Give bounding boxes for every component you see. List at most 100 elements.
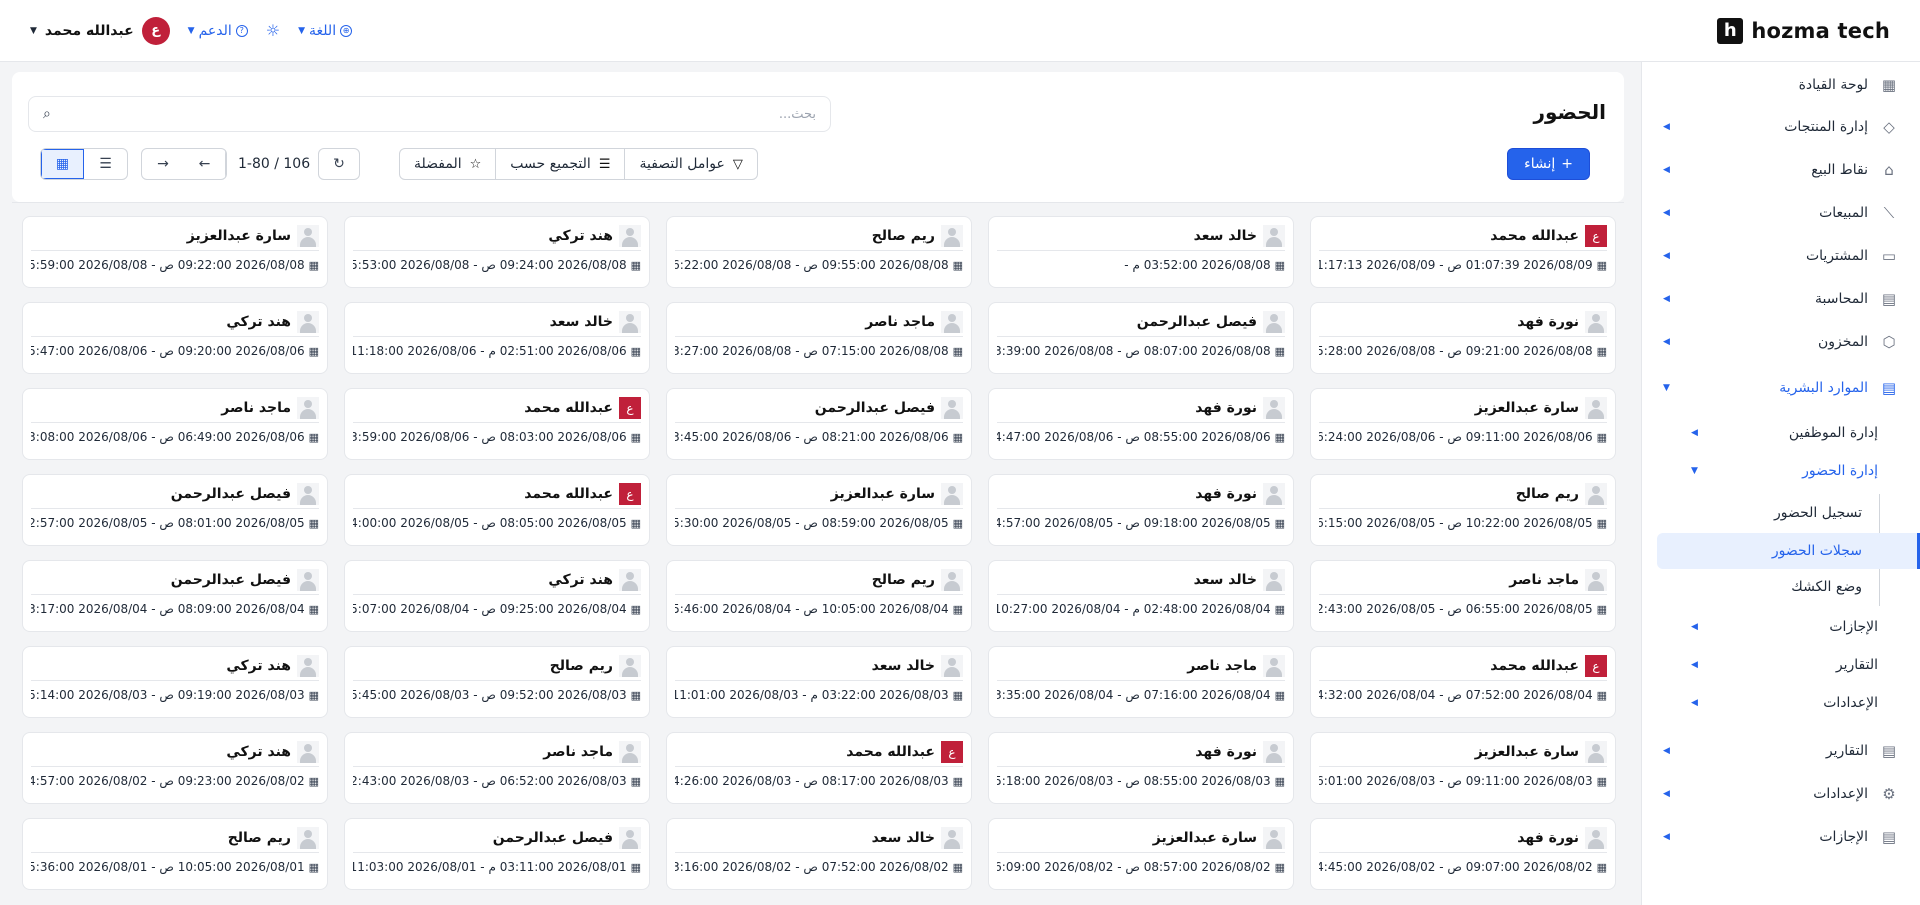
sidebar-item-attendance-records[interactable]: سجلات الحضور [1641, 534, 1920, 568]
attendance-time: ▦ 2026/08/08 09:24:00 ص - 2026/08/08 05:… [353, 251, 641, 272]
attendance-card[interactable]: هند تركي ▦ 2026/08/02 09:23:00 ص - 2026/… [22, 732, 328, 804]
attendance-card[interactable]: ماجد ناصر ▦ 2026/08/03 06:52:00 ص - 2026… [344, 732, 650, 804]
attendance-card[interactable]: ماجد ناصر ▦ 2026/08/08 07:15:00 ص - 2026… [666, 302, 972, 374]
create-button[interactable]: + إنشاء [1507, 148, 1590, 180]
sidebar-item-settings[interactable]: ⚙ الإعدادات ◀ [1641, 775, 1920, 813]
sidebar-item-hr-settings[interactable]: الإعدادات ◀ [1641, 686, 1920, 720]
attendance-card[interactable]: خالد سعد ▦ 2026/08/03 03:22:00 م - 2026/… [666, 646, 972, 718]
sidebar-item-pos[interactable]: ⌂ نقاط البيع ◀ [1641, 151, 1920, 189]
attendance-card[interactable]: نورة فهد ▦ 2026/08/03 08:55:00 ص - 2026/… [988, 732, 1294, 804]
attendance-card[interactable]: ريم صالح ▦ 2026/08/04 10:05:00 ص - 2026/… [666, 560, 972, 632]
attendance-card[interactable]: ع عبدالله محمد ▦ 2026/08/05 08:05:00 ص -… [344, 474, 650, 546]
user-placeholder-icon [619, 740, 641, 763]
attendance-card[interactable]: فيصل عبدالرحمن ▦ 2026/08/04 08:09:00 ص -… [22, 560, 328, 632]
attendance-card[interactable]: سارة عبدالعزيز ▦ 2026/08/08 09:22:00 ص -… [22, 216, 328, 288]
attendance-card[interactable]: هند تركي ▦ 2026/08/06 09:20:00 ص - 2026/… [22, 302, 328, 374]
attendance-card[interactable]: هند تركي ▦ 2026/08/03 09:19:00 ص - 2026/… [22, 646, 328, 718]
person-icon [297, 827, 319, 849]
attendance-card[interactable]: ريم صالح ▦ 2026/08/08 09:55:00 ص - 2026/… [666, 216, 972, 288]
sidebar-item-products[interactable]: ◇ إدارة المنتجات ◀ [1641, 108, 1920, 146]
attendance-card[interactable]: خالد سعد ▦ 2026/08/08 03:52:00 م - [988, 216, 1294, 288]
calendar-icon: ▦ [1274, 688, 1285, 702]
group-by-button[interactable]: ☰ التجميع حسب [495, 149, 624, 179]
attendance-card[interactable]: ريم صالح ▦ 2026/08/01 10:05:00 ص - 2026/… [22, 818, 328, 890]
attendance-card[interactable]: ع عبدالله محمد ▦ 2026/08/09 01:07:39 ص -… [1310, 216, 1616, 288]
sidebar-item-label: الإعدادات [1823, 695, 1878, 711]
attendance-card[interactable]: سارة عبدالعزيز ▦ 2026/08/06 09:11:00 ص -… [1310, 388, 1616, 460]
attendance-card[interactable]: فيصل عبدالرحمن ▦ 2026/08/08 08:07:00 ص -… [988, 302, 1294, 374]
sidebar-item-hr-leaves[interactable]: الإجازات ◀ [1641, 610, 1920, 644]
attendance-card[interactable]: سارة عبدالعزيز ▦ 2026/08/02 08:57:00 ص -… [988, 818, 1294, 890]
pager-range[interactable]: 1-80 / 106 [238, 156, 310, 172]
person-icon [1585, 827, 1607, 849]
sidebar-item-hr[interactable]: ▤ الموارد البشرية ▼ [1641, 369, 1920, 407]
next-page-button[interactable]: → [142, 149, 184, 179]
user-placeholder-icon [619, 310, 641, 333]
user-placeholder-icon [1263, 482, 1285, 505]
time-range: 2026/08/09 01:07:39 ص - 2026/08/09 01:17… [1319, 258, 1593, 272]
attendance-card[interactable]: خالد سعد ▦ 2026/08/04 02:48:00 م - 2026/… [988, 560, 1294, 632]
calendar-icon: ▦ [1274, 860, 1285, 874]
sidebar-item-inventory[interactable]: ⬡ المخزون ◀ [1641, 323, 1920, 361]
user-placeholder-icon [1585, 482, 1607, 505]
chevron-left-icon: ◀ [1663, 832, 1670, 842]
attendance-card[interactable]: ع عبدالله محمد ▦ 2026/08/03 08:17:00 ص -… [666, 732, 972, 804]
attendance-card[interactable]: نورة فهد ▦ 2026/08/05 09:18:00 ص - 2026/… [988, 474, 1294, 546]
attendance-card[interactable]: فيصل عبدالرحمن ▦ 2026/08/05 08:01:00 ص -… [22, 474, 328, 546]
sidebar-item-kiosk-mode[interactable]: وضع الكشك [1641, 570, 1920, 604]
attendance-card[interactable]: خالد سعد ▦ 2026/08/02 07:52:00 ص - 2026/… [666, 818, 972, 890]
sidebar-item-employees[interactable]: إدارة الموظفين ◀ [1641, 416, 1920, 450]
calendar-icon: ▦ [952, 688, 963, 702]
attendance-card[interactable]: ماجد ناصر ▦ 2026/08/05 06:55:00 ص - 2026… [1310, 560, 1616, 632]
attendance-card[interactable]: هند تركي ▦ 2026/08/08 09:24:00 ص - 2026/… [344, 216, 650, 288]
grid-view-button[interactable]: ▦ [41, 149, 84, 179]
person-icon [297, 655, 319, 677]
attendance-card[interactable]: سارة عبدالعزيز ▦ 2026/08/05 08:59:00 ص -… [666, 474, 972, 546]
favorites-button[interactable]: ☆ المفضلة [400, 149, 495, 179]
sidebar-item-leaves[interactable]: ▤ الإجازات ◀ [1641, 818, 1920, 856]
calendar-icon: ▦ [1596, 860, 1607, 874]
list-view-button[interactable]: ☰ [84, 149, 127, 179]
theme-toggle-icon[interactable]: ☼ [266, 21, 280, 40]
attendance-card[interactable]: نورة فهد ▦ 2026/08/02 09:07:00 ص - 2026/… [1310, 818, 1616, 890]
card-header: فيصل عبدالرحمن [31, 482, 319, 509]
employee-name: ريم صالح [227, 829, 291, 846]
person-icon [297, 311, 319, 333]
support-menu[interactable]: ▼ الدعم ? [188, 23, 248, 39]
sidebar-item-reports[interactable]: ▤ التقارير ◀ [1641, 732, 1920, 770]
card-header: ريم صالح [675, 568, 963, 595]
attendance-card[interactable]: ماجد ناصر ▦ 2026/08/06 06:49:00 ص - 2026… [22, 388, 328, 460]
sidebar-item-label: التقارير [1835, 657, 1878, 673]
attendance-card[interactable]: خالد سعد ▦ 2026/08/06 02:51:00 م - 2026/… [344, 302, 650, 374]
sidebar-item-sales[interactable]: ⟋ المبيعات ◀ [1641, 194, 1920, 232]
attendance-card[interactable]: هند تركي ▦ 2026/08/04 09:25:00 ص - 2026/… [344, 560, 650, 632]
attendance-card[interactable]: نورة فهد ▦ 2026/08/08 09:21:00 ص - 2026/… [1310, 302, 1616, 374]
sidebar-item-purchases[interactable]: ▭ المشتريات ◀ [1641, 237, 1920, 275]
previous-page-button[interactable]: ← [184, 149, 226, 179]
attendance-card[interactable]: فيصل عبدالرحمن ▦ 2026/08/06 08:21:00 ص -… [666, 388, 972, 460]
refresh-button[interactable]: ↻ [318, 148, 360, 180]
sidebar-item-attendance-management[interactable]: إدارة الحضور ▼ [1641, 454, 1920, 488]
search-input[interactable]: بحث... ⌕ [28, 96, 831, 132]
user-placeholder-icon [941, 482, 963, 505]
attendance-card[interactable]: ع عبدالله محمد ▦ 2026/08/06 08:03:00 ص -… [344, 388, 650, 460]
attendance-card[interactable]: ريم صالح ▦ 2026/08/03 09:52:00 ص - 2026/… [344, 646, 650, 718]
attendance-card[interactable]: ع عبدالله محمد ▦ 2026/08/04 07:52:00 ص -… [1310, 646, 1616, 718]
attendance-time: ▦ 2026/08/06 08:55:00 ص - 2026/08/06 04:… [997, 423, 1285, 444]
user-menu[interactable]: ▼ عبدالله محمد ع [30, 16, 170, 45]
language-menu[interactable]: ▼ اللغة ⊕ [298, 23, 353, 39]
sidebar-item-accounting[interactable]: ▤ المحاسبة ◀ [1641, 280, 1920, 318]
avatar: ع [619, 482, 641, 505]
attendance-card[interactable]: فيصل عبدالرحمن ▦ 2026/08/01 03:11:00 م -… [344, 818, 650, 890]
sidebar-item-check-in[interactable]: تسجيل الحضور [1641, 496, 1920, 530]
search-icon: ⌕ [43, 106, 51, 122]
attendance-card[interactable]: سارة عبدالعزيز ▦ 2026/08/03 09:11:00 ص -… [1310, 732, 1616, 804]
brand[interactable]: h hozma tech [1717, 17, 1890, 44]
attendance-card[interactable]: ماجد ناصر ▦ 2026/08/04 07:16:00 ص - 2026… [988, 646, 1294, 718]
sidebar-item-hr-reports[interactable]: التقارير ◀ [1641, 648, 1920, 682]
attendance-card[interactable]: ريم صالح ▦ 2026/08/05 10:22:00 ص - 2026/… [1310, 474, 1616, 546]
attendance-time: ▦ 2026/08/03 03:22:00 م - 2026/08/03 11:… [675, 681, 963, 702]
attendance-card[interactable]: نورة فهد ▦ 2026/08/06 08:55:00 ص - 2026/… [988, 388, 1294, 460]
filters-button[interactable]: ▽ عوامل التصفية [624, 149, 756, 179]
sidebar-item-dashboard[interactable]: ▦ لوحة القيادة [1641, 66, 1920, 104]
